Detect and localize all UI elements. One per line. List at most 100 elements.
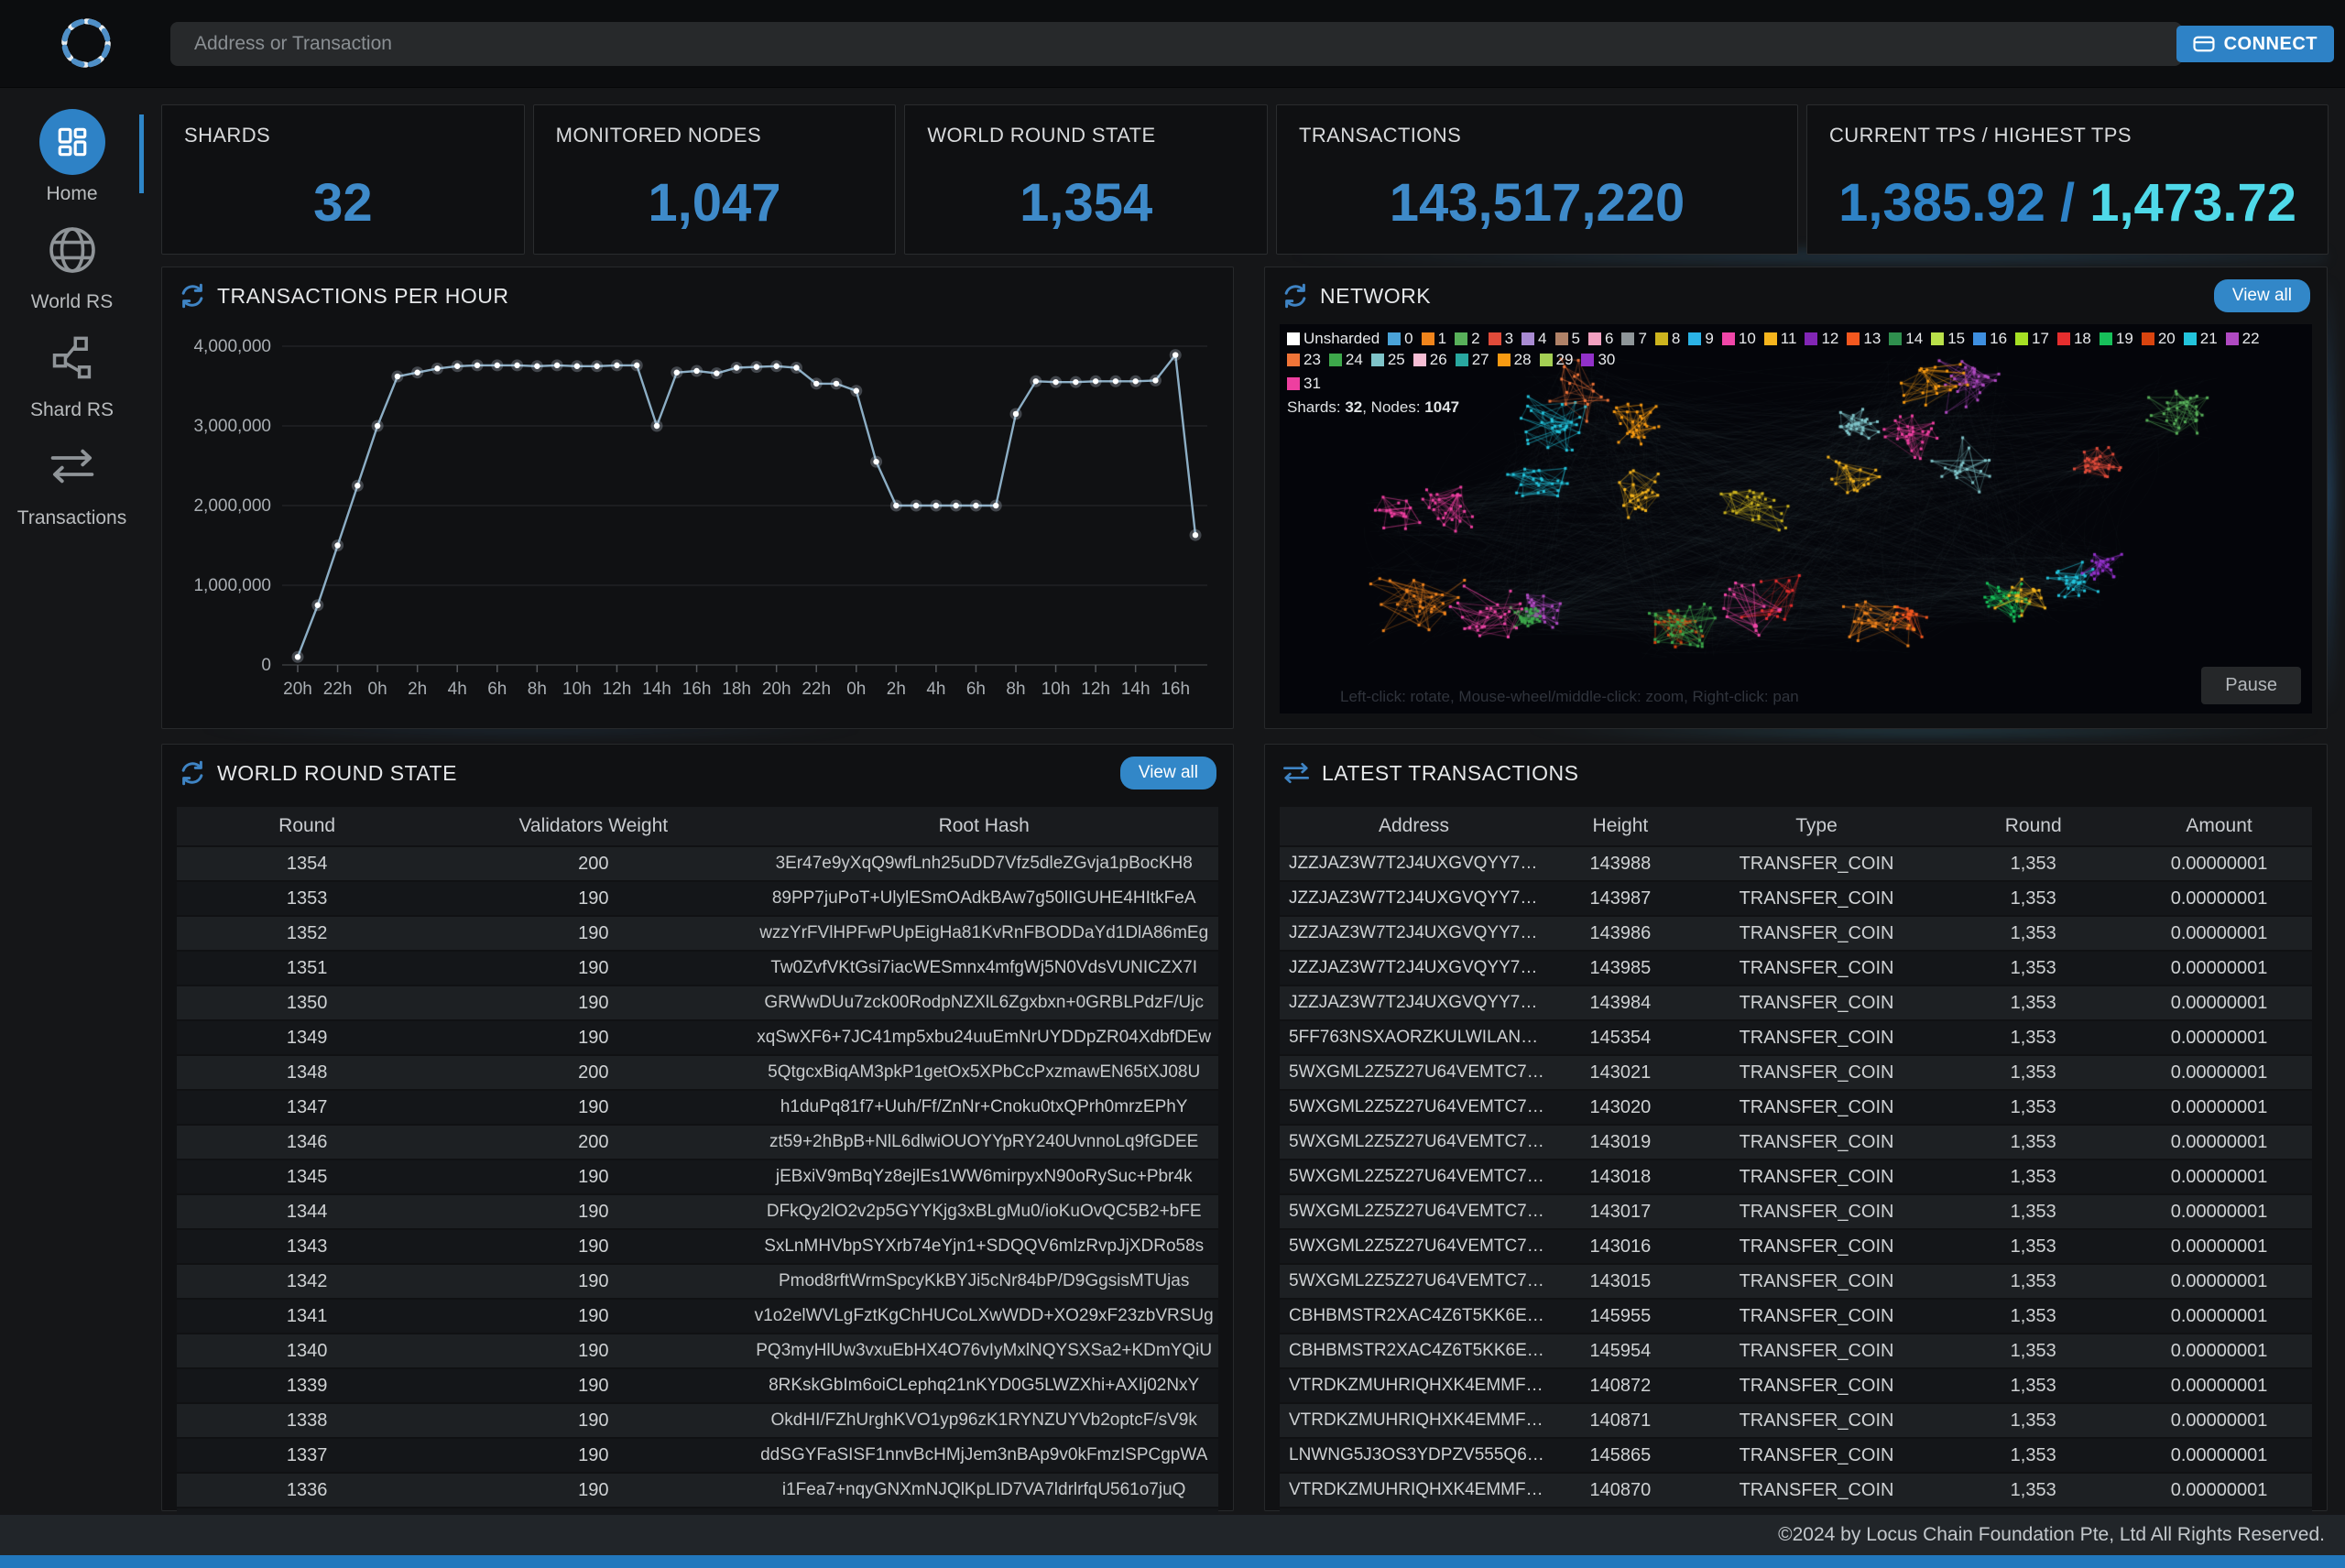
round-link[interactable]: 1340: [177, 1334, 437, 1367]
legend-label: 20: [2158, 330, 2176, 348]
connect-button[interactable]: CONNECT: [2176, 26, 2334, 62]
legend-swatch: [2057, 332, 2070, 345]
root-hash: zt59+2hBpB+NlL6dlwiOUOYYpRY240UvnnoLq9fG…: [749, 1126, 1218, 1159]
round-link[interactable]: 1341: [177, 1300, 437, 1333]
legend-item: 25: [1371, 351, 1405, 369]
transfer-arrows-icon: [1282, 761, 1311, 785]
height-link[interactable]: 143988: [1548, 847, 1693, 880]
sidebar-item-world-rs[interactable]: World RS: [0, 217, 144, 313]
height-link[interactable]: 140872: [1548, 1369, 1693, 1402]
height-link[interactable]: 143986: [1548, 917, 1693, 950]
height-link[interactable]: 143019: [1548, 1126, 1693, 1159]
wallet-icon: [2193, 35, 2215, 53]
address-link[interactable]: JZZJAZ3W7T2J4UXGVQYY7XRY...: [1280, 882, 1548, 915]
height-link[interactable]: 143016: [1548, 1230, 1693, 1263]
address-link[interactable]: VTRDKZMUHRIQHXK4EMMF3T...: [1280, 1474, 1548, 1507]
address-link[interactable]: 5WXGML2Z5Z27U64VEMTC7YP...: [1280, 1126, 1548, 1159]
height-link[interactable]: 143015: [1548, 1265, 1693, 1298]
height-link[interactable]: 143021: [1548, 1056, 1693, 1089]
legend-label: 4: [1538, 330, 1546, 348]
address-link[interactable]: CBHBMSTR2XAC4Z6T5KK6EHK...: [1280, 1334, 1548, 1367]
height-link[interactable]: 143017: [1548, 1195, 1693, 1228]
legend-swatch: [1973, 332, 1986, 345]
round-link[interactable]: 1342: [177, 1265, 437, 1298]
height-link[interactable]: 143020: [1548, 1091, 1693, 1124]
sidebar-item-home[interactable]: Home: [0, 109, 144, 205]
table-row: 13482005QtgcxBiqAM3pkP1getOx5XPbCcPxzmaw…: [177, 1056, 1218, 1089]
address-link[interactable]: JZZJAZ3W7T2J4UXGVQYY7XRY...: [1280, 986, 1548, 1019]
round-link[interactable]: 1344: [177, 1195, 437, 1228]
round-link[interactable]: 1345: [177, 1160, 437, 1193]
tx-amount: 0.00000001: [2126, 952, 2312, 985]
address-link[interactable]: 5WXGML2Z5Z27U64VEMTC7YP...: [1280, 1230, 1548, 1263]
round-link[interactable]: 1346: [177, 1126, 437, 1159]
height-link[interactable]: 143018: [1548, 1160, 1693, 1193]
stat-card: SHARDS32: [161, 104, 525, 255]
network-view-all-button[interactable]: View all: [2214, 279, 2310, 312]
search-bar: [170, 22, 2182, 66]
round-link[interactable]: 1336: [177, 1474, 437, 1507]
root-hash: 8RKskGbIm6oiCLephq21nKYD0G5LWZXhi+AXIj02…: [749, 1369, 1218, 1402]
refresh-icon: [179, 282, 206, 310]
table-row: 1351190Tw0ZvfVKtGsi7iacWESmnx4mfgWj5N0Vd…: [177, 952, 1218, 985]
address-link[interactable]: 5WXGML2Z5Z27U64VEMTC7YP...: [1280, 1160, 1548, 1193]
address-link[interactable]: JZZJAZ3W7T2J4UXGVQYY7XRY...: [1280, 847, 1548, 880]
locus-chain-logo[interactable]: [55, 12, 117, 74]
validators-weight: 190: [437, 986, 749, 1019]
svg-text:10h: 10h: [1042, 680, 1071, 699]
table-header-row: AddressHeightTypeRoundAmount: [1280, 807, 2312, 845]
address-link[interactable]: 5FF763NSXAORZKULWILANXF6...: [1280, 1021, 1548, 1054]
pause-button[interactable]: Pause: [2201, 667, 2301, 704]
address-link[interactable]: LNWNG5J3OS3YDPZV555Q6ZJ...: [1280, 1439, 1548, 1472]
sidebar-item-label: Shard RS: [30, 399, 114, 421]
round-link[interactable]: 1354: [177, 847, 437, 880]
round-link[interactable]: 1351: [177, 952, 437, 985]
round-link[interactable]: 1347: [177, 1091, 437, 1124]
round-link[interactable]: 1343: [177, 1230, 437, 1263]
address-link[interactable]: JZZJAZ3W7T2J4UXGVQYY7XRY...: [1280, 917, 1548, 950]
round-link[interactable]: 1353: [177, 882, 437, 915]
legend-label: 28: [1514, 351, 1532, 369]
legend-swatch: [1422, 332, 1434, 345]
column-header: Round: [1940, 807, 2126, 845]
address-link[interactable]: VTRDKZMUHRIQHXK4EMMF3T...: [1280, 1404, 1548, 1437]
height-link[interactable]: 140870: [1548, 1474, 1693, 1507]
address-link[interactable]: JZZJAZ3W7T2J4UXGVQYY7XRY...: [1280, 952, 1548, 985]
round-link[interactable]: 1349: [177, 1021, 437, 1054]
legend-swatch: [1655, 332, 1668, 345]
tx-amount: 0.00000001: [2126, 1126, 2312, 1159]
height-link[interactable]: 143984: [1548, 986, 1693, 1019]
stat-card: TRANSACTIONS143,517,220: [1276, 104, 1798, 255]
height-link[interactable]: 145354: [1548, 1021, 1693, 1054]
height-link[interactable]: 145865: [1548, 1439, 1693, 1472]
legend-swatch: [1588, 332, 1601, 345]
round-link[interactable]: 1337: [177, 1439, 437, 1472]
round-link[interactable]: 1350: [177, 986, 437, 1019]
sidebar-item-shard-rs[interactable]: Shard RS: [0, 325, 144, 421]
round-link[interactable]: 1348: [177, 1056, 437, 1089]
address-link[interactable]: 5WXGML2Z5Z27U64VEMTC7YP...: [1280, 1056, 1548, 1089]
address-link[interactable]: CBHBMSTR2XAC4Z6T5KK6EHK...: [1280, 1300, 1548, 1333]
height-link[interactable]: 143987: [1548, 882, 1693, 915]
search-input[interactable]: [170, 22, 2182, 66]
root-hash: v1o2elWVLgFztKgChHUCoLXwWDD+XO29xF23zbVR…: [749, 1300, 1218, 1333]
tx-type: TRANSFER_COIN: [1693, 1265, 1940, 1298]
tx-type: TRANSFER_COIN: [1693, 1474, 1940, 1507]
address-link[interactable]: 5WXGML2Z5Z27U64VEMTC7YP...: [1280, 1091, 1548, 1124]
wrs-view-all-button[interactable]: View all: [1120, 757, 1216, 789]
round-link[interactable]: 1352: [177, 917, 437, 950]
round-link[interactable]: 1339: [177, 1369, 437, 1402]
height-link[interactable]: 145954: [1548, 1334, 1693, 1367]
height-link[interactable]: 140871: [1548, 1404, 1693, 1437]
height-link[interactable]: 145955: [1548, 1300, 1693, 1333]
svg-text:6h: 6h: [966, 680, 986, 699]
network-stats-line: Shards: 32, Nodes: 1047: [1287, 398, 2305, 417]
address-link[interactable]: 5WXGML2Z5Z27U64VEMTC7YP...: [1280, 1265, 1548, 1298]
height-link[interactable]: 143985: [1548, 952, 1693, 985]
connect-button-label: CONNECT: [2224, 34, 2318, 55]
address-link[interactable]: 5WXGML2Z5Z27U64VEMTC7YP...: [1280, 1195, 1548, 1228]
address-link[interactable]: VTRDKZMUHRIQHXK4EMMF3T...: [1280, 1369, 1548, 1402]
sidebar-item-transactions[interactable]: Transactions: [0, 433, 144, 529]
round-link[interactable]: 1338: [177, 1404, 437, 1437]
svg-text:4,000,000: 4,000,000: [193, 337, 271, 356]
